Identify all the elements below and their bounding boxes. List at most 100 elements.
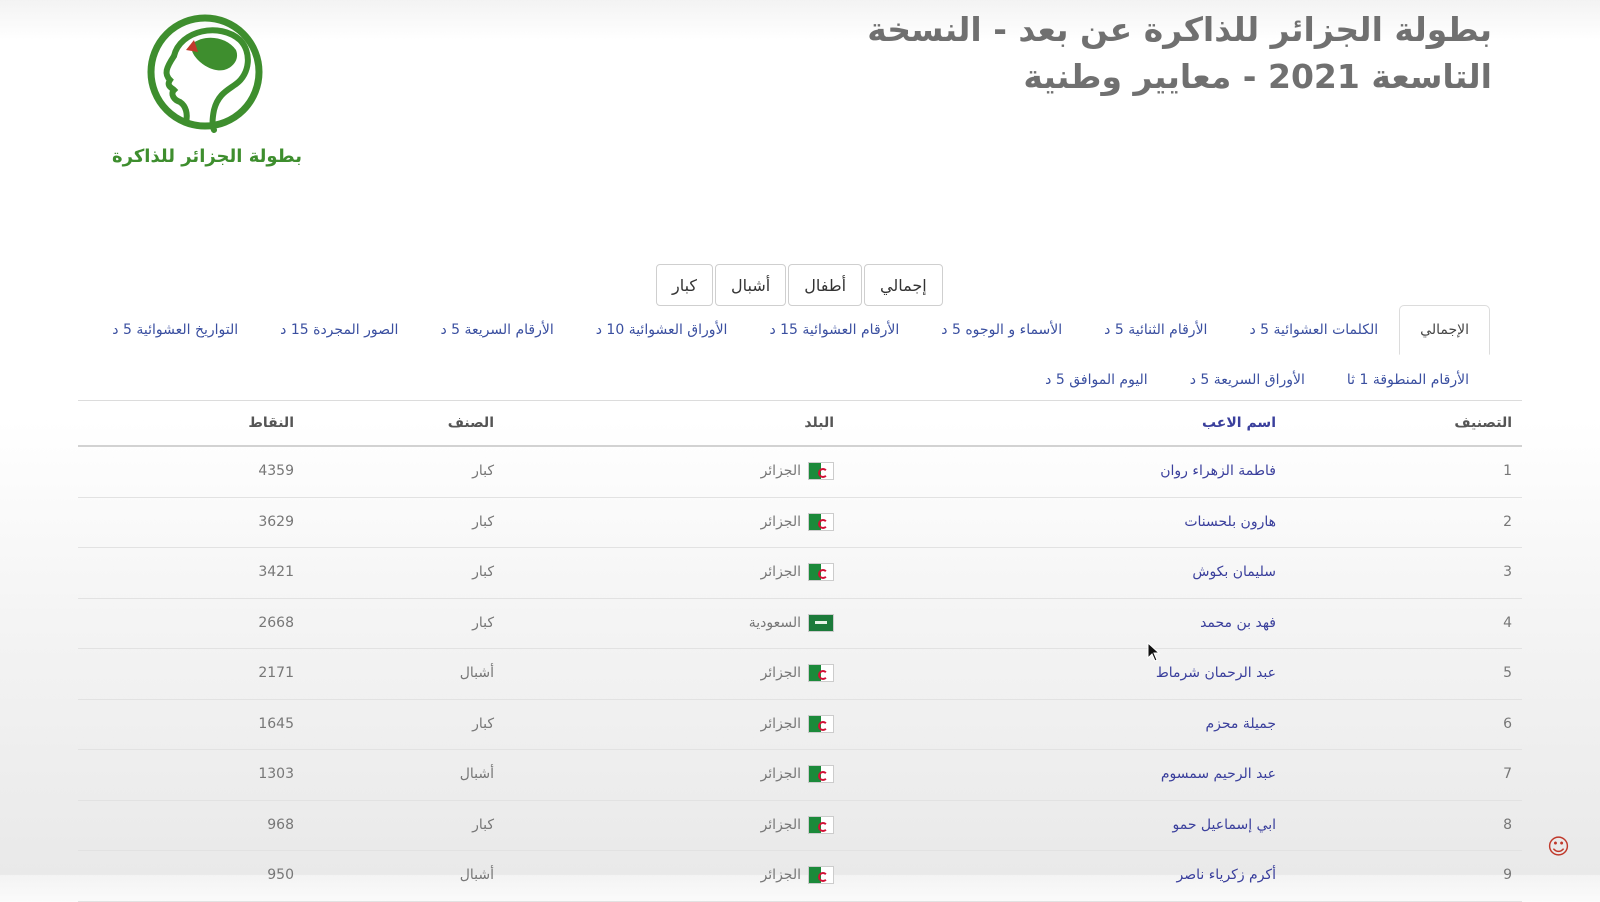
header-country[interactable]: البلد xyxy=(534,401,834,445)
player-name-link[interactable]: عبد الرحمان شرماط xyxy=(896,649,1276,698)
tab-event-weekdays[interactable]: اليوم الموافق 5 د xyxy=(1024,355,1169,405)
category-cell: كبار xyxy=(472,614,494,631)
tab-event-spoken-numbers[interactable]: الأرقام المنطوقة 1 ثا xyxy=(1326,355,1490,405)
points-cell: 3629 xyxy=(258,513,294,530)
tab-event-abstract-images[interactable]: الصور المجردة 15 د xyxy=(259,305,419,355)
country-cell: الجزائر xyxy=(534,750,834,799)
rank-cell: 6 xyxy=(1503,715,1512,732)
table-row: 9 أكرم زكرياء ناصر الجزائر أشبال 950 xyxy=(78,851,1522,902)
points-cell: 968 xyxy=(267,816,294,833)
rank-cell: 4 xyxy=(1503,614,1512,631)
country-name: الجزائر xyxy=(760,665,801,681)
table-header: التصنيف اسم الاعب البلد الصنف النقاط xyxy=(78,401,1522,447)
country-name: الجزائر xyxy=(760,564,801,580)
mouse-pointer-icon xyxy=(1147,642,1161,662)
category-cell: كبار xyxy=(472,564,494,580)
algeria-flag-icon xyxy=(808,664,834,682)
player-name-link[interactable]: ابي إسماعيل حمو xyxy=(896,801,1277,850)
header-name[interactable]: اسم الاعب xyxy=(896,401,1276,445)
page-title: بطولة الجزائر للذاكرة عن بعد - النسخة ال… xyxy=(867,10,1492,96)
rank-cell: 9 xyxy=(1503,867,1512,883)
category-cell: أشبال xyxy=(459,665,494,681)
algeria-flag-icon xyxy=(808,866,834,884)
table-row: 2 هارون بلحسنات الجزائر كبار 3629 xyxy=(78,498,1522,548)
tab-event-binary-digits[interactable]: الأرقام الثنائية 5 د xyxy=(1083,305,1228,355)
player-name-link[interactable]: عبد الرحيم سمسوم xyxy=(896,750,1276,799)
country-name: الجزائر xyxy=(760,463,801,479)
points-cell: 1303 xyxy=(258,766,294,782)
rank-cell: 8 xyxy=(1503,816,1512,833)
algeria-flag-icon xyxy=(808,563,834,581)
table-row: 4 فهد بن محمد السعودية كبار 2668 xyxy=(78,599,1522,649)
category-cell: كبار xyxy=(472,715,494,732)
player-name-link[interactable]: هارون بلحسنات xyxy=(896,498,1276,547)
tab-event-speed-cards[interactable]: الأوراق السريعة 5 د xyxy=(1169,355,1326,405)
category-cell: كبار xyxy=(472,513,494,530)
rank-cell: 2 xyxy=(1503,513,1512,530)
rank-cell: 1 xyxy=(1503,463,1512,479)
event-tabs: الإجمالي الكلمات العشوائية 5 د الأرقام ا… xyxy=(50,305,1490,405)
player-name-link[interactable]: فهد بن محمد xyxy=(896,599,1276,648)
header-points[interactable]: النقاط xyxy=(144,401,294,445)
table-row: 1 فاطمة الزهراء روان الجزائر كبار 4359 xyxy=(78,447,1522,498)
points-cell: 4359 xyxy=(258,463,294,479)
points-cell: 2668 xyxy=(258,614,294,631)
table-row: 7 عبد الرحيم سمسوم الجزائر أشبال 1303 xyxy=(78,750,1522,801)
points-cell: 1645 xyxy=(258,715,294,732)
saudi-flag-icon xyxy=(808,613,834,632)
age-category-tabs: إجمالي أطفال أشبال كبار xyxy=(654,264,943,306)
tab-children[interactable]: أطفال xyxy=(788,264,863,306)
tab-juniors[interactable]: أشبال xyxy=(715,264,787,306)
country-name: الجزائر xyxy=(760,816,801,833)
tab-event-names-faces[interactable]: الأسماء و الوجوه 5 د xyxy=(920,305,1083,355)
country-name: الجزائر xyxy=(760,766,801,782)
player-name-link[interactable]: جميلة محزم xyxy=(896,700,1277,749)
player-name-link[interactable]: سليمان بكوش xyxy=(896,548,1276,597)
table-row: 3 سليمان بكوش الجزائر كبار 3421 xyxy=(78,548,1522,599)
table-row: 5 عبد الرحمان شرماط الجزائر أشبال 2171 xyxy=(78,649,1522,700)
channel-watermark-icon: ☺ xyxy=(1547,835,1570,860)
country-cell: الجزائر xyxy=(534,801,834,850)
table-row: 8 ابي إسماعيل حمو الجزائر كبار 968 xyxy=(78,801,1522,851)
points-cell: 3421 xyxy=(258,564,294,580)
country-cell: الجزائر xyxy=(534,498,834,547)
algeria-flag-icon xyxy=(808,815,834,834)
head-map-icon xyxy=(147,14,263,133)
country-cell: الجزائر xyxy=(534,851,834,900)
tab-event-speed-numbers[interactable]: الأرقام السريعة 5 د xyxy=(419,305,574,355)
points-cell: 950 xyxy=(267,867,294,883)
championship-logo: بطولة الجزائر للذاكرة xyxy=(112,10,302,180)
rank-cell: 7 xyxy=(1503,766,1512,782)
results-table: التصنيف اسم الاعب البلد الصنف النقاط 1 ف… xyxy=(78,401,1522,902)
country-cell: الجزائر xyxy=(534,447,834,496)
tab-event-random-cards[interactable]: الأوراق العشوائية 10 د xyxy=(575,305,749,355)
algeria-flag-icon xyxy=(808,765,834,783)
algeria-flag-icon xyxy=(808,462,834,480)
algeria-flag-icon xyxy=(808,512,834,531)
category-cell: كبار xyxy=(472,816,494,833)
algeria-flag-icon xyxy=(808,714,834,733)
tab-adults[interactable]: كبار xyxy=(656,264,714,306)
rank-cell: 3 xyxy=(1503,564,1512,580)
player-name-link[interactable]: أكرم زكرياء ناصر xyxy=(896,851,1276,900)
category-cell: كبار xyxy=(472,463,494,479)
header-rank[interactable]: التصنيف xyxy=(1432,401,1512,445)
tab-event-random-words[interactable]: الكلمات العشوائية 5 د xyxy=(1228,305,1399,355)
country-name: الجزائر xyxy=(760,867,801,883)
points-cell: 2171 xyxy=(258,665,294,681)
category-cell: أشبال xyxy=(459,867,494,883)
country-cell: الجزائر xyxy=(534,649,834,698)
country-cell: السعودية xyxy=(534,599,834,648)
table-row: 6 جميلة محزم الجزائر كبار 1645 xyxy=(78,700,1522,750)
country-cell: الجزائر xyxy=(534,548,834,597)
country-name: الجزائر xyxy=(760,513,801,530)
tab-total[interactable]: إجمالي xyxy=(864,264,943,306)
tab-event-random-numbers[interactable]: الأرقام العشوائية 15 د xyxy=(748,305,920,355)
header-category[interactable]: الصنف xyxy=(344,401,494,445)
category-cell: أشبال xyxy=(459,766,494,782)
country-name: السعودية xyxy=(748,614,801,631)
logo-text: بطولة الجزائر للذاكرة xyxy=(112,146,302,167)
tab-event-random-dates[interactable]: التواريخ العشوائية 5 د xyxy=(91,305,259,355)
tab-event-overall[interactable]: الإجمالي xyxy=(1399,305,1490,355)
player-name-link[interactable]: فاطمة الزهراء روان xyxy=(896,447,1276,496)
